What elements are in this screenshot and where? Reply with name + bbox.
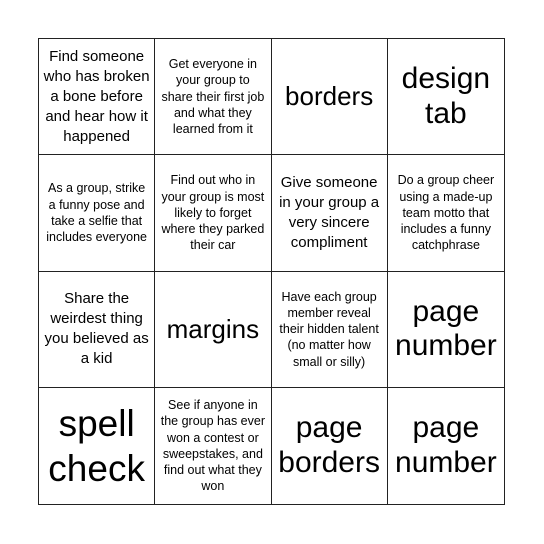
bingo-cell-r3c4[interactable]: page number <box>387 272 504 388</box>
cell-text: page number <box>395 411 497 479</box>
bingo-cell-r1c2[interactable]: Get everyone in your group to share thei… <box>155 39 272 156</box>
bingo-cell-r4c4[interactable]: page number <box>388 388 504 504</box>
cell-text: design tab <box>401 62 491 130</box>
cell-text: Find someone who has broken a bone befor… <box>43 47 150 145</box>
bingo-cell-r4c2[interactable]: See if anyone in the group has ever won … <box>155 387 272 504</box>
bingo-cell-r1c3[interactable]: borders <box>271 39 388 156</box>
bingo-cell-r4c1[interactable]: spell check <box>39 387 156 504</box>
cell-text: page number <box>395 294 497 363</box>
cell-text: spell check <box>48 402 145 489</box>
cell-text: As a group, strike a funny pose and take… <box>46 181 147 245</box>
cell-text: See if anyone in the group has ever won … <box>160 398 265 494</box>
cell-text: Get everyone in your group to share thei… <box>161 57 265 136</box>
bingo-cell-r2c1[interactable]: As a group, strike a funny pose and take… <box>39 155 156 272</box>
bingo-cell-r2c2[interactable]: Find out who in your group is most likel… <box>155 155 272 272</box>
cell-text: Find out who in your group is most likel… <box>161 173 265 253</box>
bingo-cell-r3c2[interactable]: margins <box>155 271 272 388</box>
bingo-cell-r2c3[interactable]: Give someone in your group a very sincer… <box>271 155 388 272</box>
cell-text: margins <box>166 313 260 344</box>
cell-text: Share the weirdest thing you believed as… <box>44 290 149 368</box>
cell-text: Give someone in your group a very sincer… <box>279 174 380 251</box>
bingo-cell-r4c3[interactable]: page borders <box>272 387 388 504</box>
cell-text: Have each group member reveal their hidd… <box>279 289 379 369</box>
bingo-cell-r3c1[interactable]: Share the weirdest thing you believed as… <box>39 271 156 388</box>
cell-text: borders <box>285 81 374 112</box>
cell-text: page borders <box>278 411 380 479</box>
bingo-cell-r2c4[interactable]: Do a group cheer using a made-up team mo… <box>387 155 504 272</box>
bingo-board: Find someone who has broken a bone befor… <box>38 38 505 505</box>
bingo-cell-r1c4[interactable]: design tab <box>387 39 504 156</box>
cell-text: Do a group cheer using a made-up team mo… <box>397 173 495 253</box>
bingo-cell-r3c3[interactable]: Have each group member reveal their hidd… <box>271 271 388 388</box>
bingo-cell-r1c1[interactable]: Find someone who has broken a bone befor… <box>39 39 156 156</box>
